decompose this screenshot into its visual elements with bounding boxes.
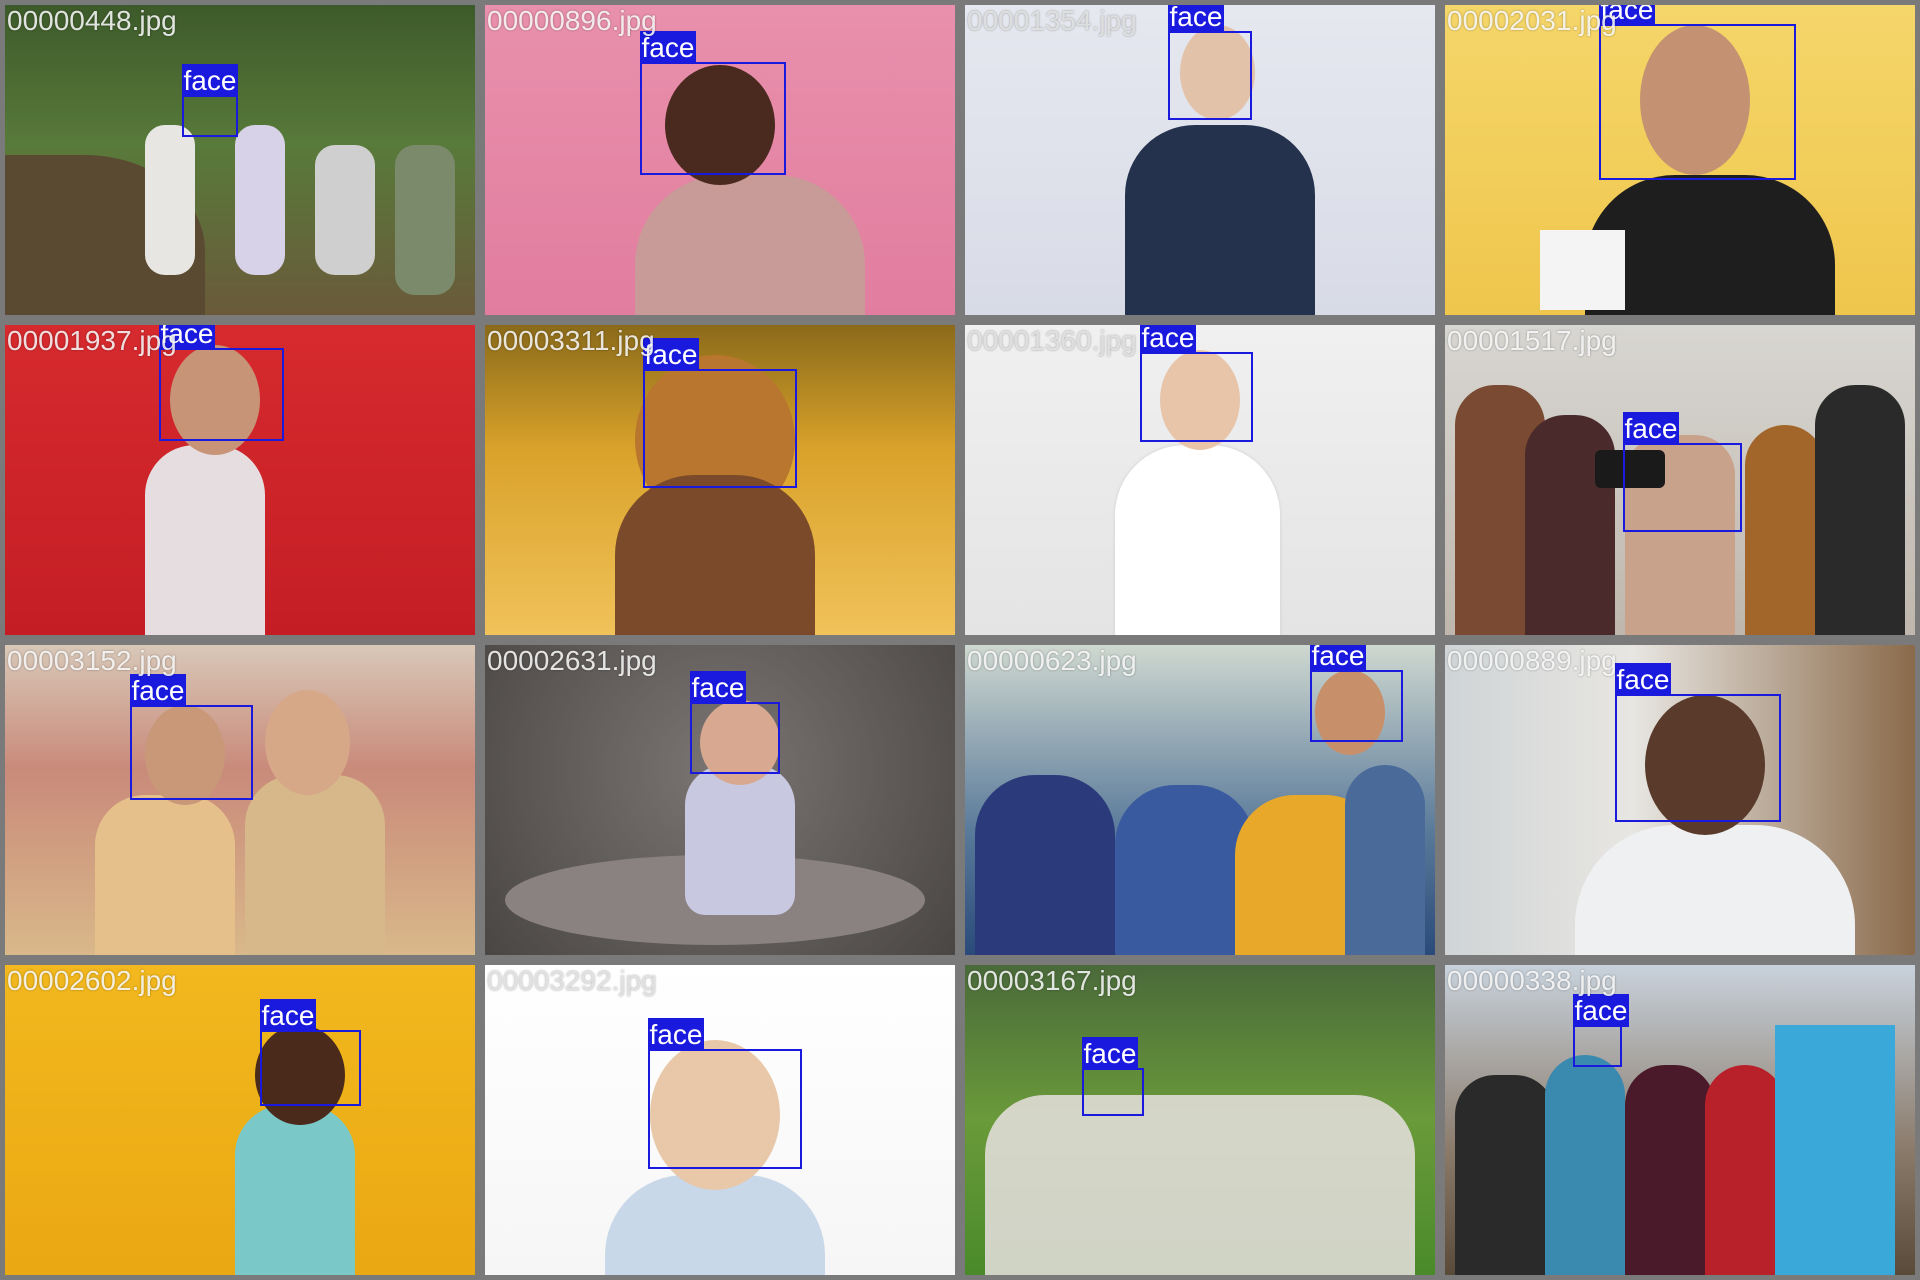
face-bounding-box: face: [647, 1018, 802, 1169]
filename-caption: 00000889.jpg: [1447, 645, 1617, 676]
image-tile[interactable]: face 00000889.jpg: [1440, 640, 1920, 960]
face-bounding-box: face: [129, 674, 253, 800]
filename-caption: 00003311.jpg: [487, 325, 655, 356]
person-figure: [1545, 1055, 1625, 1275]
face-bounding-box: face: [642, 338, 797, 488]
image-tile[interactable]: face 00002031.jpg: [1440, 0, 1920, 320]
person-figure: [1125, 125, 1315, 315]
box-label: face: [259, 999, 317, 1032]
group-of-children: [985, 1095, 1415, 1275]
face-bounding-box: face: [1572, 994, 1630, 1067]
box-label: face: [129, 674, 187, 707]
face-bounding-box: face: [1309, 645, 1403, 742]
filename-caption: 00000448.jpg: [7, 5, 177, 36]
image-tile[interactable]: face 00002602.jpg: [0, 960, 480, 1280]
person-figure: [1575, 825, 1855, 955]
image-tile[interactable]: face 00000896.jpg: [480, 0, 960, 320]
filename-caption: 00002031.jpg: [1447, 5, 1617, 36]
face-bounding-box: face: [181, 64, 239, 137]
box-label: face: [1167, 1, 1225, 33]
image-tile[interactable]: face 00001937.jpg: [0, 320, 480, 640]
filename-caption: 00002631.jpg: [487, 645, 657, 676]
face-bounding-box: face: [1598, 5, 1796, 180]
person-figure: [615, 475, 815, 635]
image-tile[interactable]: face 00002631.jpg: [480, 640, 960, 960]
person-figure: [1455, 1075, 1555, 1275]
filename-caption: 00001937.jpg: [7, 325, 177, 356]
person-figure: [95, 795, 235, 955]
photo: [5, 645, 475, 955]
person-figure: [235, 1105, 355, 1275]
box-label: face: [1081, 1037, 1139, 1070]
box-label: face: [689, 671, 747, 704]
filename-caption: 00000896.jpg: [487, 5, 657, 36]
person-figure: [395, 145, 455, 295]
person-figure: [1115, 785, 1255, 955]
filename-caption: 00000338.jpg: [1447, 965, 1617, 996]
box-label: face: [1309, 640, 1367, 672]
filename-caption: 00003167.jpg: [967, 965, 1137, 996]
image-tile[interactable]: face 00003292.jpg: [480, 960, 960, 1280]
image-tile[interactable]: face 00001360.jpg: [960, 320, 1440, 640]
person-figure: [1345, 765, 1425, 955]
face-bounding-box: face: [1139, 325, 1253, 442]
filename-caption: 00001517.jpg: [1447, 325, 1617, 356]
filename-caption: 00003292.jpg: [487, 965, 657, 996]
image-tile[interactable]: face 00000623.jpg: [960, 640, 1440, 960]
face-bounding-box: face: [259, 999, 361, 1106]
person-figure: [1705, 1065, 1785, 1275]
filename-caption: 00001354.jpg: [967, 5, 1137, 36]
blue-sign: [1775, 1025, 1895, 1275]
face-bounding-box: face: [689, 671, 780, 774]
person-figure: [235, 125, 285, 275]
filename-caption: 00001360.jpg: [967, 325, 1137, 356]
person-figure: [315, 145, 375, 275]
person-figure: [1815, 385, 1905, 635]
image-tile[interactable]: face 00003152.jpg: [0, 640, 480, 960]
face-bounding-box: face: [1167, 5, 1252, 120]
filename-caption: 00003152.jpg: [7, 645, 177, 676]
face-bounding-box: face: [158, 325, 284, 441]
box-label: face: [647, 1018, 705, 1051]
face-bounding-box: face: [1081, 1037, 1144, 1116]
image-tile[interactable]: face 00003167.jpg: [960, 960, 1440, 1280]
person-figure: [635, 175, 865, 315]
image-grid: face 00000448.jpg face 00000896.jpg face…: [0, 0, 1920, 1280]
person-figure: [145, 125, 195, 275]
person-figure: [1115, 445, 1280, 635]
filename-caption: 00000623.jpg: [967, 645, 1137, 676]
image-tile[interactable]: face 00000338.jpg: [1440, 960, 1920, 1280]
box-label: face: [1622, 412, 1680, 445]
person-figure: [685, 765, 795, 915]
person-figure: [975, 775, 1115, 955]
box-label: face: [1572, 994, 1630, 1027]
person-figure: [245, 775, 385, 955]
head: [265, 690, 350, 795]
face-bounding-box: face: [1614, 663, 1781, 822]
image-tile[interactable]: face 00003311.jpg: [480, 320, 960, 640]
face-bounding-box: face: [1622, 412, 1742, 532]
person-figure: [1745, 425, 1825, 635]
filename-caption: 00002602.jpg: [7, 965, 177, 996]
box-label: face: [181, 64, 239, 97]
face-bounding-box: face: [639, 31, 786, 175]
box-label: face: [1614, 663, 1672, 696]
person-figure: [1625, 1065, 1715, 1275]
person-figure: [145, 445, 265, 635]
white-box: [1540, 230, 1625, 310]
image-tile[interactable]: face 00001354.jpg: [960, 0, 1440, 320]
box-label: face: [1139, 322, 1197, 354]
person-figure: [1525, 415, 1615, 635]
image-tile[interactable]: face 00001517.jpg: [1440, 320, 1920, 640]
person-figure: [605, 1175, 825, 1275]
image-tile[interactable]: face 00000448.jpg: [0, 0, 480, 320]
